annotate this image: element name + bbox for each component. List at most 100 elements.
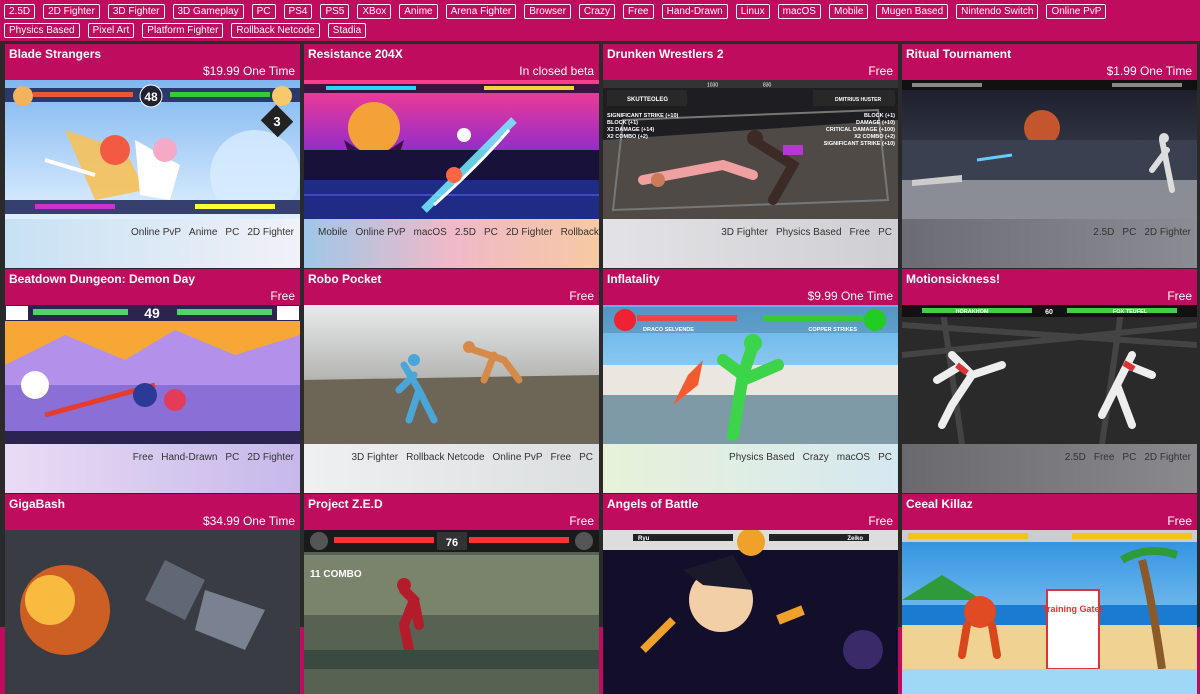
tag-filter-platform-fighter[interactable]: Platform Fighter bbox=[142, 23, 224, 38]
game-screenshot[interactable] bbox=[5, 530, 300, 669]
tag-filter-anime[interactable]: Anime bbox=[399, 4, 438, 19]
tag-filter-2d-fighter[interactable]: 2D Fighter bbox=[43, 4, 100, 19]
game-tag[interactable]: Mobile bbox=[318, 227, 347, 238]
game-screenshot[interactable]: HORAKHOM 60 FOX TEUFEL bbox=[902, 305, 1197, 444]
game-title[interactable]: Drunken Wrestlers 2 bbox=[607, 47, 724, 61]
game-tag[interactable]: Rollback Netcode bbox=[561, 227, 599, 238]
game-card[interactable]: Resistance 204X In closed beta Mobile Onl… bbox=[304, 44, 599, 268]
tag-filter-pc[interactable]: PC bbox=[251, 4, 276, 19]
tag-filter-linux[interactable]: Linux bbox=[735, 4, 770, 19]
hud-timer: 48 bbox=[144, 90, 158, 104]
game-tag[interactable]: 3D Fighter bbox=[351, 452, 398, 463]
game-card[interactable]: Blade Strangers $19.99 One Time 48 3 Onl… bbox=[5, 44, 300, 268]
game-tag[interactable]: PC bbox=[225, 227, 239, 238]
tag-filter-3d-fighter[interactable]: 3D Fighter bbox=[107, 4, 165, 19]
game-title[interactable]: Beatdown Dungeon: Demon Day bbox=[9, 272, 195, 286]
game-tag[interactable]: 2D Fighter bbox=[506, 227, 553, 238]
game-card[interactable]: Ritual Tournament $1.99 One Time 2.5D PC 2… bbox=[902, 44, 1197, 268]
tag-filter-pixel-art[interactable]: Pixel Art bbox=[87, 23, 135, 38]
tag-filter-2-5d[interactable]: 2.5D bbox=[4, 4, 36, 19]
tag-filter-rollback-netcode[interactable]: Rollback Netcode bbox=[231, 23, 320, 38]
game-card[interactable]: Ceeal Killaz Free Training Gatez bbox=[902, 494, 1197, 694]
game-screenshot[interactable]: Training Gatez bbox=[902, 530, 1197, 669]
game-card[interactable]: Inflatality $9.99 One Time DRACO SELVEND… bbox=[603, 269, 898, 493]
game-title[interactable]: Ritual Tournament bbox=[906, 47, 1011, 61]
game-tag[interactable]: 2.5D bbox=[1093, 227, 1114, 238]
svg-text:X2 DAMAGE (+14): X2 DAMAGE (+14) bbox=[607, 127, 654, 133]
game-screenshot[interactable] bbox=[304, 80, 599, 219]
tag-filter-hand-drawn[interactable]: Hand-Drawn bbox=[661, 4, 728, 19]
tag-filter-physics-based[interactable]: Physics Based bbox=[4, 23, 80, 38]
tag-filter-browser[interactable]: Browser bbox=[524, 4, 571, 19]
game-tag[interactable]: 2D Fighter bbox=[247, 227, 294, 238]
game-title[interactable]: Project Z.E.D bbox=[308, 497, 383, 511]
game-card[interactable]: Robo Pocket Free 3D Fighter Rollback Netc… bbox=[304, 269, 599, 493]
tag-filter-crazy[interactable]: Crazy bbox=[578, 4, 616, 19]
tag-filter-free[interactable]: Free bbox=[623, 4, 654, 19]
game-title[interactable]: Robo Pocket bbox=[308, 272, 381, 286]
game-card[interactable]: Beatdown Dungeon: Demon Day Free 49 Free… bbox=[5, 269, 300, 493]
game-tag[interactable]: Free bbox=[850, 227, 871, 238]
game-card[interactable]: Motionsickness! Free HORAKHOM 60 FOX TEU… bbox=[902, 269, 1197, 493]
game-screenshot[interactable]: 48 3 bbox=[5, 80, 300, 219]
game-tag[interactable]: PC bbox=[1122, 227, 1136, 238]
tag-filter-mobile[interactable]: Mobile bbox=[828, 4, 869, 19]
game-card[interactable]: GigaBash $34.99 One Time bbox=[5, 494, 300, 694]
game-screenshot[interactable]: 1030 830 SKUTTEOLEG DMITRIUS HUSTER SIGN… bbox=[603, 80, 898, 219]
game-tag[interactable]: Rollback Netcode bbox=[406, 452, 484, 463]
game-tag[interactable]: Free bbox=[1094, 452, 1115, 463]
game-tag[interactable]: Hand-Drawn bbox=[161, 452, 217, 463]
game-title[interactable]: Motionsickness! bbox=[906, 272, 1000, 286]
game-tag[interactable]: Free bbox=[551, 452, 572, 463]
tag-filter-arena-fighter[interactable]: Arena Fighter bbox=[445, 4, 517, 19]
game-card[interactable]: Project Z.E.D Free 76 11 COMBO bbox=[304, 494, 599, 694]
game-tag[interactable]: Online PvP bbox=[493, 452, 543, 463]
game-screenshot[interactable]: DRACO SELVENDE COPPER STRIKES bbox=[603, 305, 898, 444]
tag-filter-ps4[interactable]: PS4 bbox=[283, 4, 313, 19]
game-title[interactable]: Ceeal Killaz bbox=[906, 497, 973, 511]
game-screenshot[interactable]: 49 bbox=[5, 305, 300, 444]
game-tag[interactable]: 2D Fighter bbox=[247, 452, 294, 463]
game-tag[interactable]: Online PvP bbox=[131, 227, 181, 238]
game-tag[interactable]: 2D Fighter bbox=[1144, 452, 1191, 463]
tag-filter-online-pvp[interactable]: Online PvP bbox=[1046, 4, 1107, 19]
tag-filter-stadia[interactable]: Stadia bbox=[327, 23, 367, 38]
game-title[interactable]: Resistance 204X bbox=[308, 47, 403, 61]
game-tag[interactable]: PC bbox=[878, 452, 892, 463]
game-tag[interactable]: PC bbox=[484, 227, 498, 238]
game-tag[interactable]: Physics Based bbox=[776, 227, 842, 238]
game-tag[interactable]: Free bbox=[133, 452, 154, 463]
game-tag[interactable]: Crazy bbox=[803, 452, 829, 463]
game-card[interactable]: Angels of Battle Free Ryu Zeiko bbox=[603, 494, 898, 694]
game-tag[interactable]: Online PvP bbox=[355, 227, 405, 238]
game-title[interactable]: Angels of Battle bbox=[607, 497, 698, 511]
game-tag[interactable]: macOS bbox=[414, 227, 447, 238]
game-tag[interactable]: 2D Fighter bbox=[1144, 227, 1191, 238]
game-title[interactable]: GigaBash bbox=[9, 497, 65, 511]
game-tag[interactable]: PC bbox=[1122, 452, 1136, 463]
game-screenshot[interactable] bbox=[304, 305, 599, 444]
game-tag[interactable]: macOS bbox=[837, 452, 870, 463]
game-tag[interactable]: 2.5D bbox=[455, 227, 476, 238]
game-title[interactable]: Blade Strangers bbox=[9, 47, 101, 61]
tag-filter-3d-gameplay[interactable]: 3D Gameplay bbox=[172, 4, 244, 19]
game-tag[interactable]: 2.5D bbox=[1065, 452, 1086, 463]
tag-filter-ps5[interactable]: PS5 bbox=[320, 4, 350, 19]
game-tag[interactable]: Physics Based bbox=[729, 452, 795, 463]
tag-filter-nintendo-switch[interactable]: Nintendo Switch bbox=[956, 4, 1039, 19]
tag-filter-xbox[interactable]: XBox bbox=[357, 4, 392, 19]
game-screenshot[interactable]: 76 11 COMBO bbox=[304, 530, 599, 669]
game-tag-list bbox=[902, 669, 1197, 694]
game-tag[interactable]: PC bbox=[878, 227, 892, 238]
game-tag[interactable]: PC bbox=[579, 452, 593, 463]
tag-filter-macos[interactable]: macOS bbox=[777, 4, 821, 19]
tag-filter-mugen-based[interactable]: Mugen Based bbox=[876, 4, 949, 19]
game-tag[interactable]: Anime bbox=[189, 227, 217, 238]
game-screenshot[interactable] bbox=[902, 80, 1197, 219]
game-tag[interactable]: PC bbox=[225, 452, 239, 463]
game-title[interactable]: Inflatality bbox=[607, 272, 660, 286]
game-screenshot[interactable]: Ryu Zeiko bbox=[603, 530, 898, 669]
game-tag[interactable]: 3D Fighter bbox=[721, 227, 768, 238]
game-card[interactable]: Drunken Wrestlers 2 Free 1030 830 SKUTTE… bbox=[603, 44, 898, 268]
game-price: Free bbox=[569, 514, 594, 528]
